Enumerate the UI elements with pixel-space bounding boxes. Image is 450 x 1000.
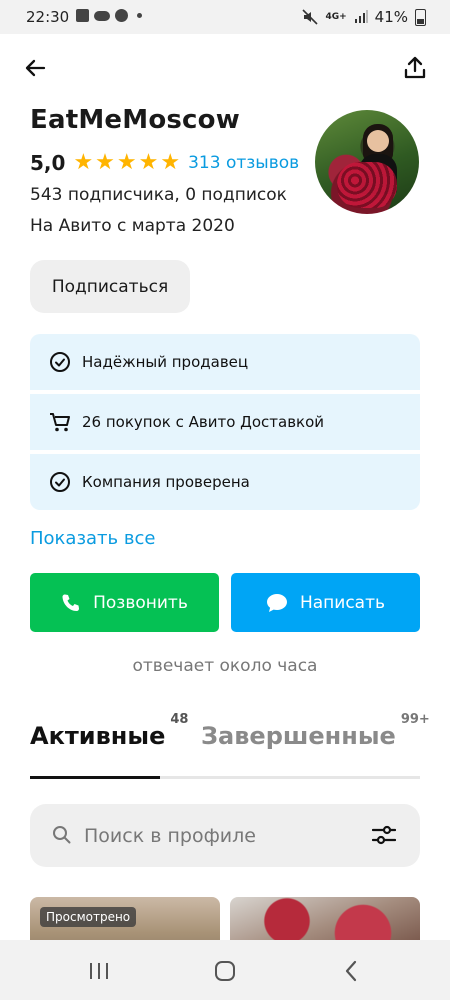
home-icon bbox=[215, 961, 235, 981]
cart-icon bbox=[49, 411, 71, 433]
back-button[interactable] bbox=[15, 48, 55, 88]
badge-reliable-seller[interactable]: Надёжный продавец bbox=[30, 334, 420, 390]
gallery-icon bbox=[76, 9, 89, 22]
status-notifications bbox=[76, 9, 142, 22]
star-icon: ★ bbox=[116, 150, 137, 175]
status-time: 22:30 bbox=[26, 8, 70, 26]
star-icon: ★ bbox=[138, 150, 159, 175]
tab-label: Активные bbox=[30, 722, 166, 750]
badge-label: Надёжный продавец bbox=[82, 353, 249, 371]
subscribe-button[interactable]: Подписаться bbox=[30, 260, 190, 313]
phone-icon bbox=[62, 594, 80, 611]
tab-completed-listings[interactable]: Завершенные 99+ bbox=[201, 712, 430, 750]
reply-time: отвечает около часа bbox=[132, 656, 318, 676]
dots-icon bbox=[115, 9, 128, 22]
more-notifications-icon bbox=[137, 13, 142, 18]
write-label: Написать bbox=[299, 592, 386, 613]
call-label: Позвонить bbox=[93, 592, 188, 613]
system-back-button[interactable] bbox=[336, 956, 366, 986]
show-all-link[interactable]: Показать все bbox=[30, 528, 155, 549]
badge-company-verified[interactable]: Компания проверена bbox=[30, 454, 420, 510]
search-input[interactable] bbox=[82, 818, 346, 854]
tab-count: 99+ bbox=[400, 712, 430, 727]
badge-delivery-purchases[interactable]: 26 покупок с Авито Доставкой bbox=[30, 394, 420, 450]
status-system: 4G+ 41% bbox=[302, 8, 426, 26]
battery-icon bbox=[415, 8, 426, 26]
listing-tabs: Активные 48 Завершенные 99+ bbox=[30, 712, 430, 779]
star-icon: ★ bbox=[73, 150, 94, 175]
active-tab-indicator bbox=[30, 776, 160, 779]
avatar[interactable] bbox=[315, 110, 419, 214]
recent-apps-button[interactable] bbox=[84, 956, 114, 986]
system-nav-bar bbox=[0, 940, 450, 1000]
signal-icon bbox=[354, 10, 368, 23]
viewed-badge: Просмотрено bbox=[40, 907, 137, 927]
mute-icon bbox=[302, 9, 319, 25]
tab-label: Завершенные bbox=[201, 722, 396, 750]
rating-stars: ★ ★ ★ ★ ★ bbox=[73, 152, 180, 174]
recent-apps-icon bbox=[90, 963, 108, 979]
check-circle-icon bbox=[49, 351, 71, 373]
tab-active-listings[interactable]: Активные 48 bbox=[30, 712, 188, 750]
rating-value: 5,0 bbox=[30, 151, 66, 175]
chat-bubble-icon bbox=[266, 593, 287, 612]
seller-badges: Надёжный продавец 26 покупок с Авито Дос… bbox=[30, 334, 420, 510]
subscribers-info[interactable]: 543 подписчика, 0 подписок bbox=[30, 185, 287, 205]
reviews-link[interactable]: 313 отзывов bbox=[188, 153, 299, 173]
check-circle-icon bbox=[49, 471, 71, 493]
status-bar: 22:30 4G+ 41% bbox=[0, 0, 450, 34]
cloud-icon bbox=[94, 10, 110, 21]
seller-name: EatMeMoscow bbox=[30, 105, 240, 135]
chevron-left-icon bbox=[345, 960, 357, 982]
home-button[interactable] bbox=[210, 956, 240, 986]
badge-label: 26 покупок с Авито Доставкой bbox=[82, 413, 325, 431]
share-icon bbox=[404, 56, 426, 79]
badge-label: Компания проверена bbox=[82, 473, 250, 491]
tab-count: 48 bbox=[170, 712, 189, 727]
battery-percent: 41% bbox=[374, 8, 408, 26]
arrow-left-icon bbox=[25, 59, 46, 77]
star-icon: ★ bbox=[160, 150, 181, 175]
rating-row[interactable]: 5,0 ★ ★ ★ ★ ★ 313 отзывов bbox=[30, 150, 299, 176]
star-icon: ★ bbox=[95, 150, 115, 175]
write-button[interactable]: Написать bbox=[231, 573, 420, 632]
share-button[interactable] bbox=[395, 48, 435, 88]
call-button[interactable]: Позвонить bbox=[30, 573, 219, 632]
member-since: На Авито с марта 2020 bbox=[30, 216, 235, 236]
filter-icon[interactable] bbox=[372, 824, 396, 846]
network-type: 4G+ bbox=[325, 12, 347, 22]
profile-search bbox=[30, 804, 420, 867]
search-icon bbox=[53, 826, 71, 844]
